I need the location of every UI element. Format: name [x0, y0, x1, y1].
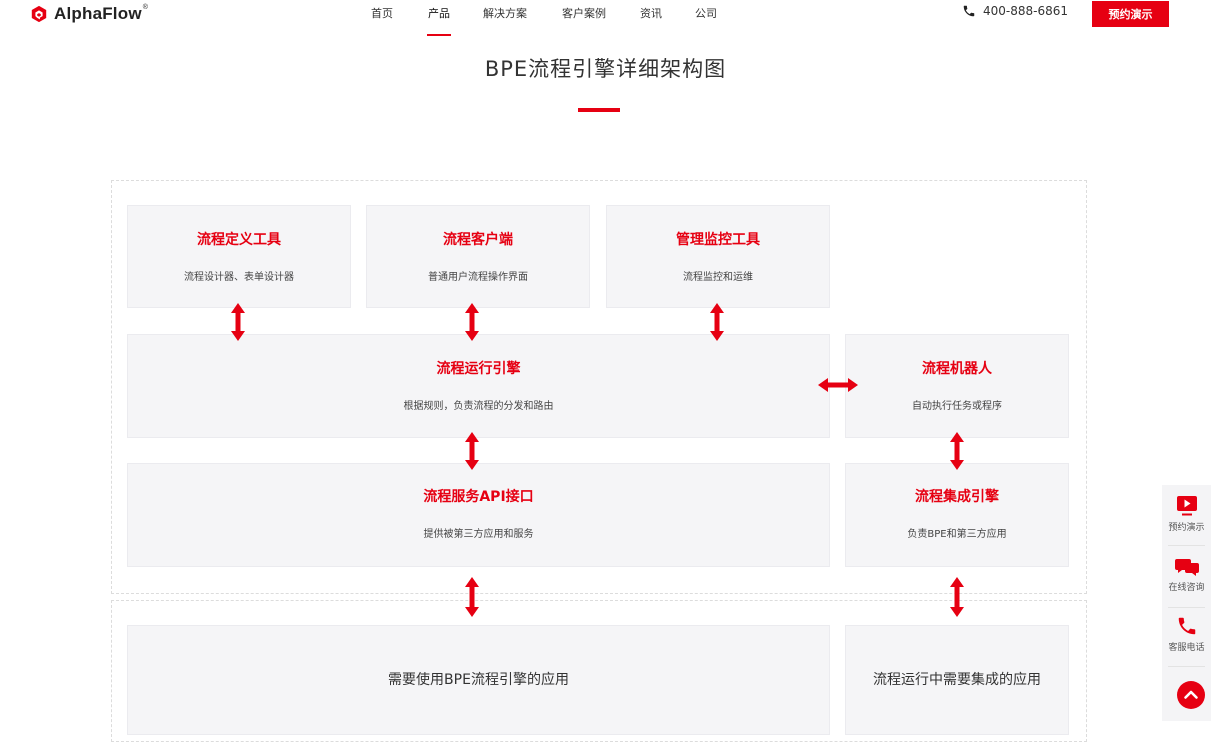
divider	[1168, 666, 1205, 667]
box-desc: 根据规则，负责流程的分发和路由	[403, 401, 554, 412]
tool-box-definition: 流程定义工具 流程设计器、表单设计器	[127, 205, 351, 308]
title-underline	[578, 108, 620, 112]
nav-solutions[interactable]: 解决方案	[483, 5, 527, 21]
brand-logo[interactable]: AlphaFlow®	[30, 2, 148, 26]
nav-active-indicator	[427, 34, 451, 36]
box-desc: 负责BPE和第三方应用	[907, 529, 1007, 540]
phone-icon	[963, 5, 975, 17]
chevron-up-icon	[1184, 690, 1198, 699]
engine-box: 流程运行引擎 根据规则，负责流程的分发和路由	[127, 334, 830, 438]
float-label: 预约演示	[1168, 523, 1205, 533]
book-demo-button[interactable]: 预约演示	[1092, 1, 1169, 27]
nav-products[interactable]: 产品	[428, 5, 450, 21]
box-title: 流程运行中需要集成的应用	[873, 672, 1041, 688]
site-header: AlphaFlow® 首页 产品 解决方案 客户案例 资讯 公司 400-888…	[0, 0, 1211, 40]
logo-icon	[31, 5, 47, 23]
page-title: BPE流程引擎详细架构图	[484, 57, 727, 81]
robot-box: 流程机器人 自动执行任务或程序	[845, 334, 1069, 438]
float-customer-phone[interactable]: 客服电话	[1162, 615, 1211, 653]
tool-box-client: 流程客户端 普通用户流程操作界面	[366, 205, 590, 308]
back-to-top-button[interactable]	[1177, 681, 1205, 709]
chat-bubbles-icon	[1174, 559, 1199, 576]
api-box: 流程服务API接口 提供被第三方应用和服务	[127, 463, 830, 567]
nav-news[interactable]: 资讯	[640, 5, 662, 21]
apps-box-bpe: 需要使用BPE流程引擎的应用	[127, 625, 830, 735]
hotline: 400-888-6861	[962, 4, 1068, 18]
float-label: 客服电话	[1168, 643, 1205, 653]
apps-box-integrated: 流程运行中需要集成的应用	[845, 625, 1069, 735]
float-online-chat[interactable]: 在线咨询	[1162, 557, 1211, 593]
nav-company[interactable]: 公司	[695, 5, 717, 21]
nav-home[interactable]: 首页	[371, 5, 393, 21]
integration-box: 流程集成引擎 负责BPE和第三方应用	[845, 463, 1069, 567]
box-desc: 自动执行任务或程序	[912, 401, 1002, 412]
double-arrow-horizontal-icon	[818, 378, 858, 392]
float-label: 在线咨询	[1168, 583, 1205, 593]
double-arrow-icon	[710, 303, 724, 341]
phone-number: 400-888-6861	[983, 4, 1069, 18]
box-title: 流程运行引擎	[436, 361, 521, 377]
brand-name: AlphaFlow®	[54, 4, 149, 23]
nav-cases[interactable]: 客户案例	[562, 5, 606, 21]
double-arrow-icon	[950, 432, 964, 470]
box-desc: 普通用户流程操作界面	[428, 272, 528, 283]
float-book-demo[interactable]: 预约演示	[1162, 495, 1211, 533]
box-desc: 提供被第三方应用和服务	[423, 529, 534, 540]
box-title: 流程客户端	[443, 232, 513, 248]
box-title: 管理监控工具	[676, 232, 760, 248]
double-arrow-icon	[465, 577, 479, 617]
box-desc: 流程监控和运维	[683, 272, 753, 283]
divider	[1168, 607, 1205, 608]
box-title: 流程定义工具	[197, 232, 281, 248]
box-title: 流程服务API接口	[423, 489, 534, 505]
box-title: 需要使用BPE流程引擎的应用	[388, 672, 569, 688]
phone-icon	[1178, 617, 1195, 635]
double-arrow-icon	[465, 432, 479, 470]
double-arrow-icon	[231, 303, 245, 341]
double-arrow-icon	[465, 303, 479, 341]
box-desc: 流程设计器、表单设计器	[184, 272, 294, 283]
double-arrow-icon	[950, 577, 964, 617]
box-title: 流程机器人	[922, 361, 992, 377]
box-title: 流程集成引擎	[915, 489, 999, 505]
video-play-icon	[1176, 496, 1197, 516]
divider	[1168, 545, 1205, 546]
tool-box-monitor: 管理监控工具 流程监控和运维	[606, 205, 830, 308]
